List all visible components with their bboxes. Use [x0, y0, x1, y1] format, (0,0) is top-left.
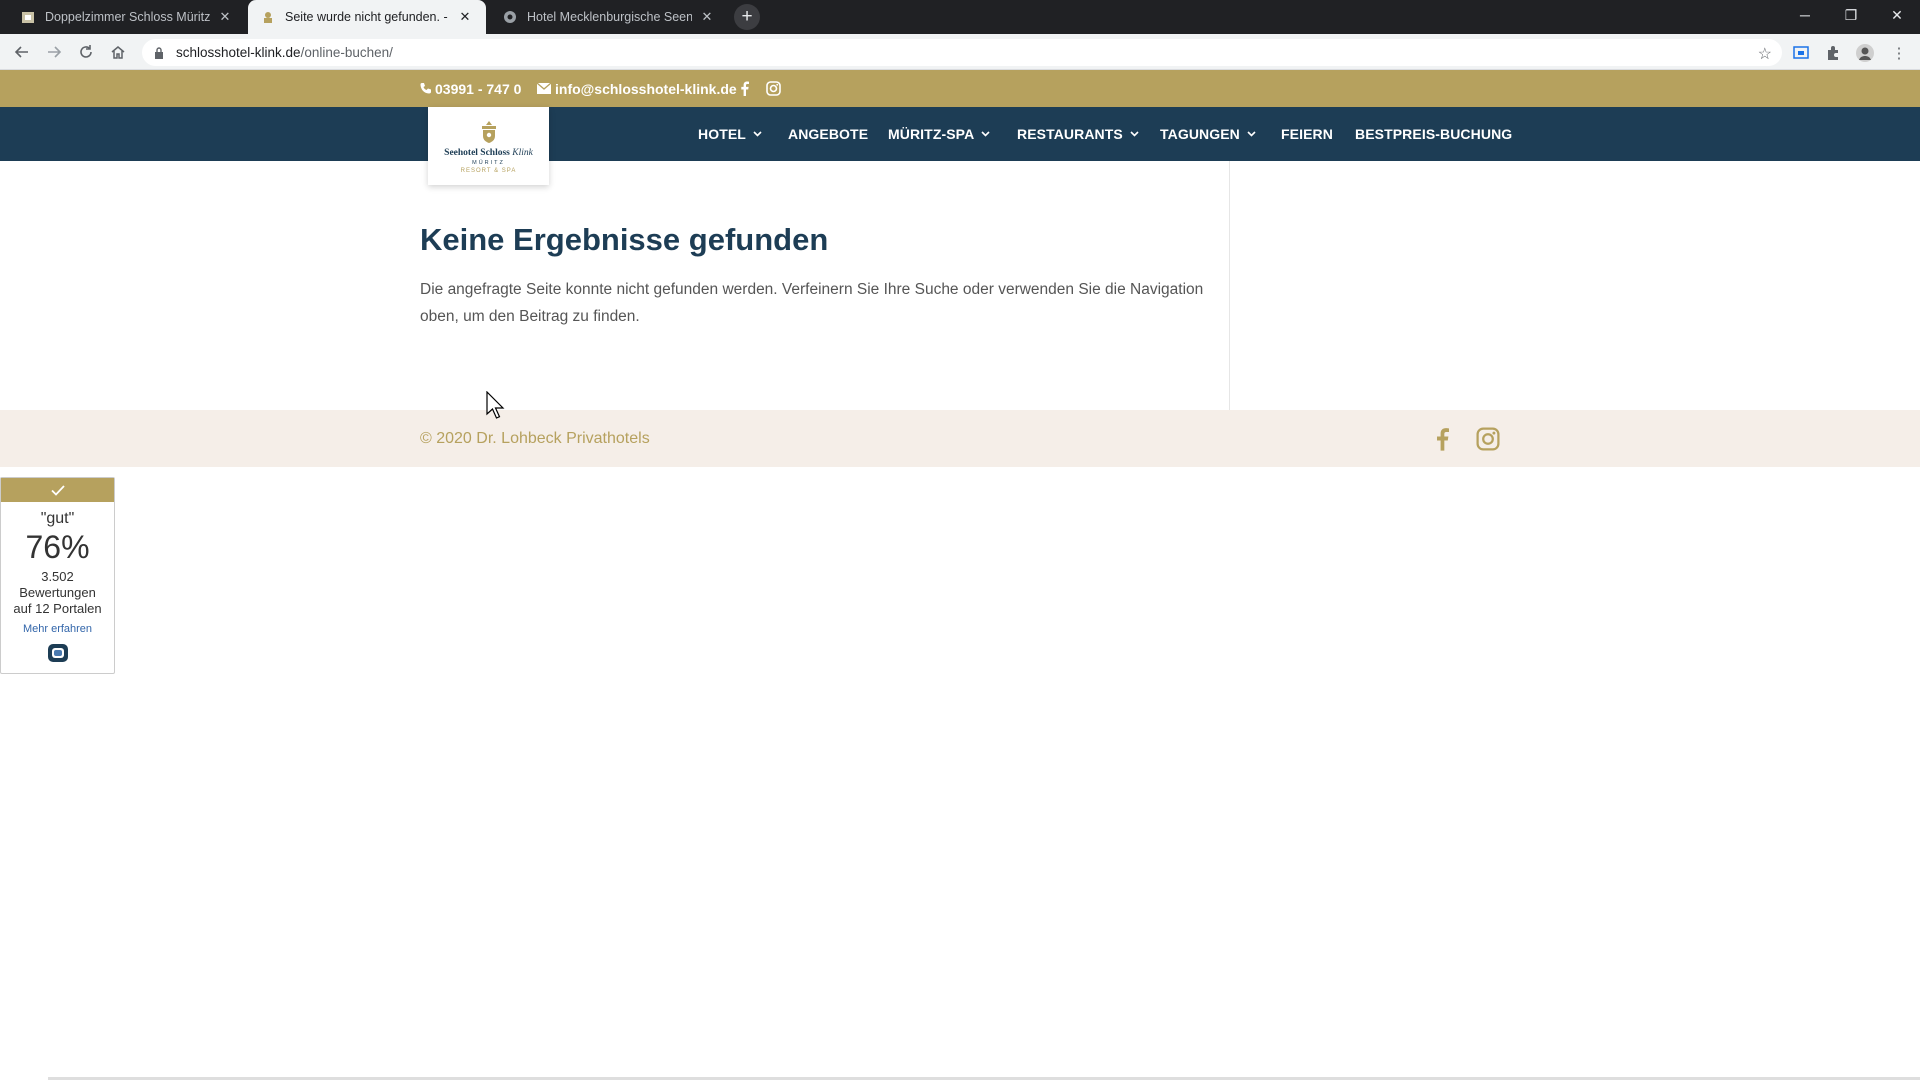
mail-icon — [537, 83, 551, 94]
browser-tab[interactable]: Doppelzimmer Schloss Müritzblick ✕ — [8, 0, 246, 34]
copyright-text: © 2020 Dr. Lohbeck Privathotels — [420, 429, 650, 447]
url-path: /online-buchen/ — [300, 45, 393, 60]
phone-link[interactable]: 03991 - 747 0 — [420, 70, 521, 107]
nav-item-tagungen[interactable]: TAGUNGEN — [1160, 107, 1256, 161]
facebook-icon[interactable] — [740, 70, 749, 107]
badge-icon — [47, 643, 69, 663]
hotel-favicon-icon — [260, 9, 276, 25]
minimize-icon[interactable]: ─ — [1782, 0, 1828, 30]
site-footer: © 2020 Dr. Lohbeck Privathotels — [0, 410, 1920, 467]
email-address: info@schlosshotel-klink.de — [555, 80, 737, 97]
extensions-icon[interactable] — [1822, 42, 1844, 64]
widget-header — [1, 478, 114, 502]
globe-favicon-icon — [502, 9, 518, 25]
logo-line1: Seehotel Schloss Klink — [444, 148, 533, 158]
browser-toolbar: schlosshotel-klink.de/online-buchen/ ☆ ⋮ — [0, 34, 1920, 70]
nav-item-label: FEIERN — [1281, 126, 1333, 142]
logo-line2: MÜRITZ — [472, 159, 505, 166]
lock-icon — [152, 46, 166, 60]
mouse-cursor-icon — [486, 391, 505, 419]
address-bar[interactable]: schlosshotel-klink.de/online-buchen/ ☆ — [142, 39, 1782, 66]
tab-title: Seite wurde nicht gefunden. - Seehotel — [285, 10, 450, 24]
nav-item-restaurants[interactable]: RESTAURANTS — [1017, 107, 1139, 161]
facebook-icon[interactable] — [1428, 425, 1456, 453]
site-logo[interactable]: Seehotel Schloss Klink MÜRITZ RESORT & S… — [428, 107, 549, 185]
nav-item-label: MÜRITZ-SPA — [888, 126, 975, 142]
menu-dots-icon[interactable]: ⋮ — [1888, 42, 1910, 64]
nav-item-label: RESTAURANTS — [1017, 126, 1123, 142]
nav-item-mueritz-spa[interactable]: MÜRITZ-SPA — [888, 107, 990, 161]
forward-icon[interactable] — [41, 39, 67, 65]
tab-close-icon[interactable]: ✕ — [456, 8, 474, 26]
profile-avatar-icon[interactable] — [1854, 42, 1876, 64]
rating-label: "gut" — [40, 510, 75, 527]
page-message: Die angefragte Seite konnte nicht gefund… — [420, 281, 1204, 325]
main-navigation: HOTEL ANGEBOTE MÜRITZ-SPA RESTAURANTS TA… — [0, 107, 1920, 161]
nav-item-label: HOTEL — [698, 126, 746, 142]
chevron-down-icon — [753, 131, 762, 137]
hotel-favicon-icon — [20, 9, 36, 25]
chevron-down-icon — [1130, 131, 1139, 137]
checkmark-icon — [50, 484, 65, 496]
logo-script-name: Klink — [512, 147, 533, 158]
instagram-icon[interactable] — [1474, 425, 1502, 453]
logo-line3: RESORT & SPA — [460, 167, 517, 174]
nav-item-feiern[interactable]: FEIERN — [1281, 107, 1333, 161]
more-info-link[interactable]: Mehr erfahren — [1, 623, 114, 635]
nav-item-bestpreis-buchung[interactable]: BESTPREIS-BUCHUNG — [1355, 107, 1512, 161]
sidebar-divider — [1229, 161, 1230, 410]
bookmark-star-icon[interactable]: ☆ — [1758, 44, 1772, 64]
tab-title: Doppelzimmer Schloss Müritzblick — [45, 10, 210, 24]
contact-topbar: 03991 - 747 0 info@schlosshotel-klink.de — [0, 70, 1920, 107]
browser-tab[interactable]: Hotel Mecklenburgische Seenplatte ✕ — [490, 0, 728, 34]
window-close-icon[interactable]: ✕ — [1874, 0, 1920, 30]
nav-item-label: BESTPREIS-BUCHUNG — [1355, 126, 1513, 142]
browser-tab-active[interactable]: Seite wurde nicht gefunden. - Seehotel ✕ — [248, 0, 486, 34]
nav-item-label: ANGEBOTE — [788, 126, 869, 142]
review-widget[interactable]: "gut" 76% 3.502 Bewertungen auf 12 Porta… — [0, 477, 115, 674]
tab-title: Hotel Mecklenburgische Seenplatte — [527, 10, 692, 24]
rating-percent: 76% — [25, 529, 90, 565]
logo-name: Seehotel Schloss — [444, 147, 510, 158]
crest-icon — [481, 120, 496, 143]
nav-item-angebote[interactable]: ANGEBOTE — [788, 107, 868, 161]
chevron-down-icon — [981, 131, 990, 137]
url-host: schlosshotel-klink.de — [176, 45, 301, 60]
browser-tabstrip: Doppelzimmer Schloss Müritzblick ✕ Seite… — [0, 0, 1920, 34]
chevron-down-icon — [1247, 131, 1256, 137]
tab-close-icon[interactable]: ✕ — [216, 8, 234, 26]
instagram-icon[interactable] — [766, 70, 781, 107]
nav-item-label: TAGUNGEN — [1160, 126, 1240, 142]
nav-item-hotel[interactable]: HOTEL — [698, 107, 762, 161]
portal-count: auf 12 Portalen — [13, 601, 102, 616]
review-count-label: Bewertungen — [19, 585, 96, 600]
email-link[interactable]: info@schlosshotel-klink.de — [537, 70, 737, 107]
page-title: Keine Ergebnisse gefunden — [420, 222, 829, 257]
tab-close-icon[interactable]: ✕ — [698, 8, 716, 26]
home-icon[interactable] — [105, 39, 131, 65]
new-tab-button[interactable]: + — [734, 4, 760, 30]
phone-number: 03991 - 747 0 — [435, 80, 522, 97]
cast-icon[interactable] — [1790, 42, 1812, 64]
back-icon[interactable] — [9, 39, 35, 65]
review-count: 3.502 — [41, 569, 74, 584]
phone-icon — [420, 82, 431, 95]
reload-icon[interactable] — [73, 39, 99, 65]
restore-icon[interactable]: ❐ — [1828, 0, 1874, 30]
